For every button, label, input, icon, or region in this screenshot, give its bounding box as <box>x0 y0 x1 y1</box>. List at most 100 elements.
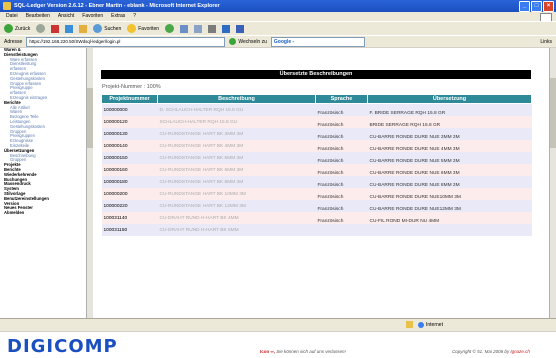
menu-bearbeiten[interactable]: Bearbeiten <box>26 12 50 21</box>
favorites-button[interactable]: Favoriten <box>127 24 159 33</box>
translation-cell: CU-BARRE RONDE DURE NUE 4MM 3M <box>367 140 532 152</box>
zone-label: Internet <box>426 322 443 328</box>
project-number-cell[interactable]: 100000160 <box>101 164 158 176</box>
table-row: 100000160 CU-RUNDSTANGE HART BK 6MM 3M Fra… <box>101 164 532 176</box>
language-cell: Französisch <box>315 200 368 212</box>
translation-cell: BRIDE SERRAGE RQH 15.8 GR <box>367 116 532 128</box>
description-cell: SCHLAUCH-HALTER RQH 15.8 GU <box>157 116 316 128</box>
project-number-cell[interactable]: 100000180 <box>101 176 158 188</box>
project-number-label: Projekt-Nummer : 100% <box>102 84 161 90</box>
project-number-cell[interactable]: 100000000 <box>101 103 158 116</box>
menu-datei[interactable]: Datei <box>6 12 18 21</box>
search-icon <box>93 24 103 33</box>
language-cell: Französisch <box>315 140 368 152</box>
main-scroll-thumb[interactable] <box>550 78 556 148</box>
project-number-cell[interactable]: 100031140 <box>101 212 158 224</box>
edit-icon[interactable] <box>222 24 231 33</box>
translation-cell: CU-BARRE RONDE DURE NUE 3MM 3M <box>367 128 532 140</box>
language-cell: Französisch <box>315 128 368 140</box>
address-label: Adresse <box>4 38 23 45</box>
project-number-cell[interactable]: 100031150 <box>101 224 158 236</box>
ie-icon <box>3 2 11 10</box>
table-header-row: Projektnummer Beschreibung Sprache Übers… <box>101 94 532 104</box>
table-row: 100000180 CU-RUNDSTANGE HART BK 8MM 3M Fra… <box>101 176 532 188</box>
search-label: Suchen <box>104 25 122 32</box>
messenger-icon[interactable] <box>236 24 245 33</box>
lock-icon <box>406 321 413 328</box>
links-button[interactable]: Links <box>540 39 552 45</box>
table-row: 100031150 CU-DRAHT RUND H-HART BK 5MM <box>101 224 532 236</box>
go-button[interactable]: Wechseln zu <box>229 38 267 45</box>
project-number-cell[interactable]: 100000200 <box>101 188 158 200</box>
translation-cell: F. BRIDE SERRAGE RQH 15.8 GR <box>367 103 532 116</box>
menu-extras[interactable]: Extras <box>111 12 125 21</box>
page-title: Übersetzte Beschreibungen <box>101 70 531 79</box>
description-cell: CU-DRAHT RUND H-HART BK 4MM <box>157 212 316 224</box>
menu-favoriten[interactable]: Favoriten <box>82 12 103 21</box>
table-row: 100000140 CU-RUNDSTANGE HART BK 4MM 3M Fra… <box>101 140 532 152</box>
main-scrollbar[interactable] <box>549 48 556 318</box>
description-cell: CU-RUNDSTANGE HART BK 8MM 3M <box>157 176 316 188</box>
column-header-translation[interactable]: Übersetzung <box>367 94 532 104</box>
table-row: 100000120 SCHLAUCH-HALTER RQH 15.8 GU Fran… <box>101 116 532 128</box>
home-icon[interactable] <box>79 24 88 33</box>
table-row: 100031140 CU-DRAHT RUND H-HART BK 4MM Fran… <box>101 212 532 224</box>
google-search-box[interactable]: Google - <box>270 36 365 47</box>
toolbar: Zurück Suchen Favoriten <box>0 21 556 35</box>
language-cell: Französisch <box>315 176 368 188</box>
column-header-description[interactable]: Beschreibung <box>157 94 316 104</box>
search-button[interactable]: Suchen <box>93 24 121 33</box>
project-number-cell[interactable]: 100000120 <box>101 116 158 128</box>
translation-cell: CU-BARRE RONDE DURE NUE 6MM 3M <box>367 164 532 176</box>
description-cell: CU-RUNDSTANGE HART BK 4MM 3M <box>157 140 316 152</box>
mail-icon[interactable] <box>194 24 203 33</box>
go-label: Wechseln zu <box>238 38 267 45</box>
project-number-cell[interactable]: 100000220 <box>101 200 158 212</box>
go-arrow-icon <box>229 38 237 45</box>
column-header-project-number[interactable]: Projektnummer <box>101 94 158 104</box>
minimize-button[interactable]: _ <box>519 1 530 12</box>
copyright: Copyright © 51. Mai 2006 by Ignaze.ch <box>452 349 530 354</box>
print-icon[interactable] <box>208 24 217 33</box>
project-number-cell[interactable]: 100000150 <box>101 152 158 164</box>
sidebar-scrollbar[interactable] <box>86 48 93 318</box>
language-cell: Französisch <box>315 212 368 224</box>
stop-icon[interactable] <box>51 24 60 33</box>
menu-ansicht[interactable]: Ansicht <box>58 12 74 21</box>
language-cell: Französisch <box>315 164 368 176</box>
hint-text: Sie können sich auf uns verlassen! <box>274 349 346 354</box>
menu-help[interactable]: ? <box>133 12 136 21</box>
back-button[interactable]: Zurück <box>4 24 30 33</box>
window-controls: _ □ × <box>519 1 554 12</box>
description-cell: D. SCHLAUCH-HALTER RQH 15.8 GU <box>157 103 316 116</box>
table-row: 100000130 CU-RUNDSTANGE HART BK 3MM 3M Fra… <box>101 128 532 140</box>
translation-cell: CU-BARRE RONDE DURE NUE 8MM 3M <box>367 176 532 188</box>
hint-prefix: Icon ∞, <box>260 349 275 354</box>
refresh-icon[interactable] <box>65 24 74 33</box>
forward-arrow-icon[interactable] <box>36 24 46 33</box>
table-row: 100000200 CU-RUNDSTANGE HART BK 10MM 3M Fr… <box>101 188 532 200</box>
translation-cell: CU-BARRE RONDE DURE NUE10MM 3M <box>367 188 532 200</box>
table-row: 100000000 D. SCHLAUCH-HALTER RQH 15.8 GU F… <box>101 103 532 116</box>
table-row: 100000220 CU-RUNDSTANGE HART BK 12MM 3M Fr… <box>101 200 532 212</box>
copyright-name[interactable]: Ignaze.ch <box>510 349 530 354</box>
browser-window: SQL-Ledger Version 2.6.12 - Ebner Martin… <box>0 0 556 332</box>
maximize-button[interactable]: □ <box>531 1 542 12</box>
address-bar: Adresse https://192.168.220.50/SWdsql-le… <box>0 35 556 47</box>
sidebar-menu: Waren & Dienstleistungen Ware erfassen Dien… <box>0 48 93 318</box>
project-number-cell[interactable]: 100000130 <box>101 128 158 140</box>
address-input[interactable]: https://192.168.220.50/SWdsql-ledger/log… <box>26 36 226 47</box>
main-content: Übersetzte Beschreibungen Projekt-Nummer… <box>93 48 549 318</box>
description-cell: CU-DRAHT RUND H-HART BK 5MM <box>157 224 316 236</box>
star-icon <box>127 24 137 33</box>
translation-cell: CU-FIL ROND MI-DUR NU 4MM <box>367 212 532 224</box>
back-arrow-icon <box>4 24 13 33</box>
description-cell: CU-RUNDSTANGE HART BK 5MM 3M <box>157 152 316 164</box>
history-icon[interactable] <box>180 24 189 33</box>
close-button[interactable]: × <box>543 1 554 12</box>
project-number-cell[interactable]: 100000140 <box>101 140 158 152</box>
sidebar-item[interactable]: Abmelden <box>0 210 92 216</box>
column-header-language[interactable]: Sprache <box>315 94 368 104</box>
media-icon[interactable] <box>165 24 175 33</box>
description-cell: CU-RUNDSTANGE HART BK 12MM 3M <box>157 200 316 212</box>
